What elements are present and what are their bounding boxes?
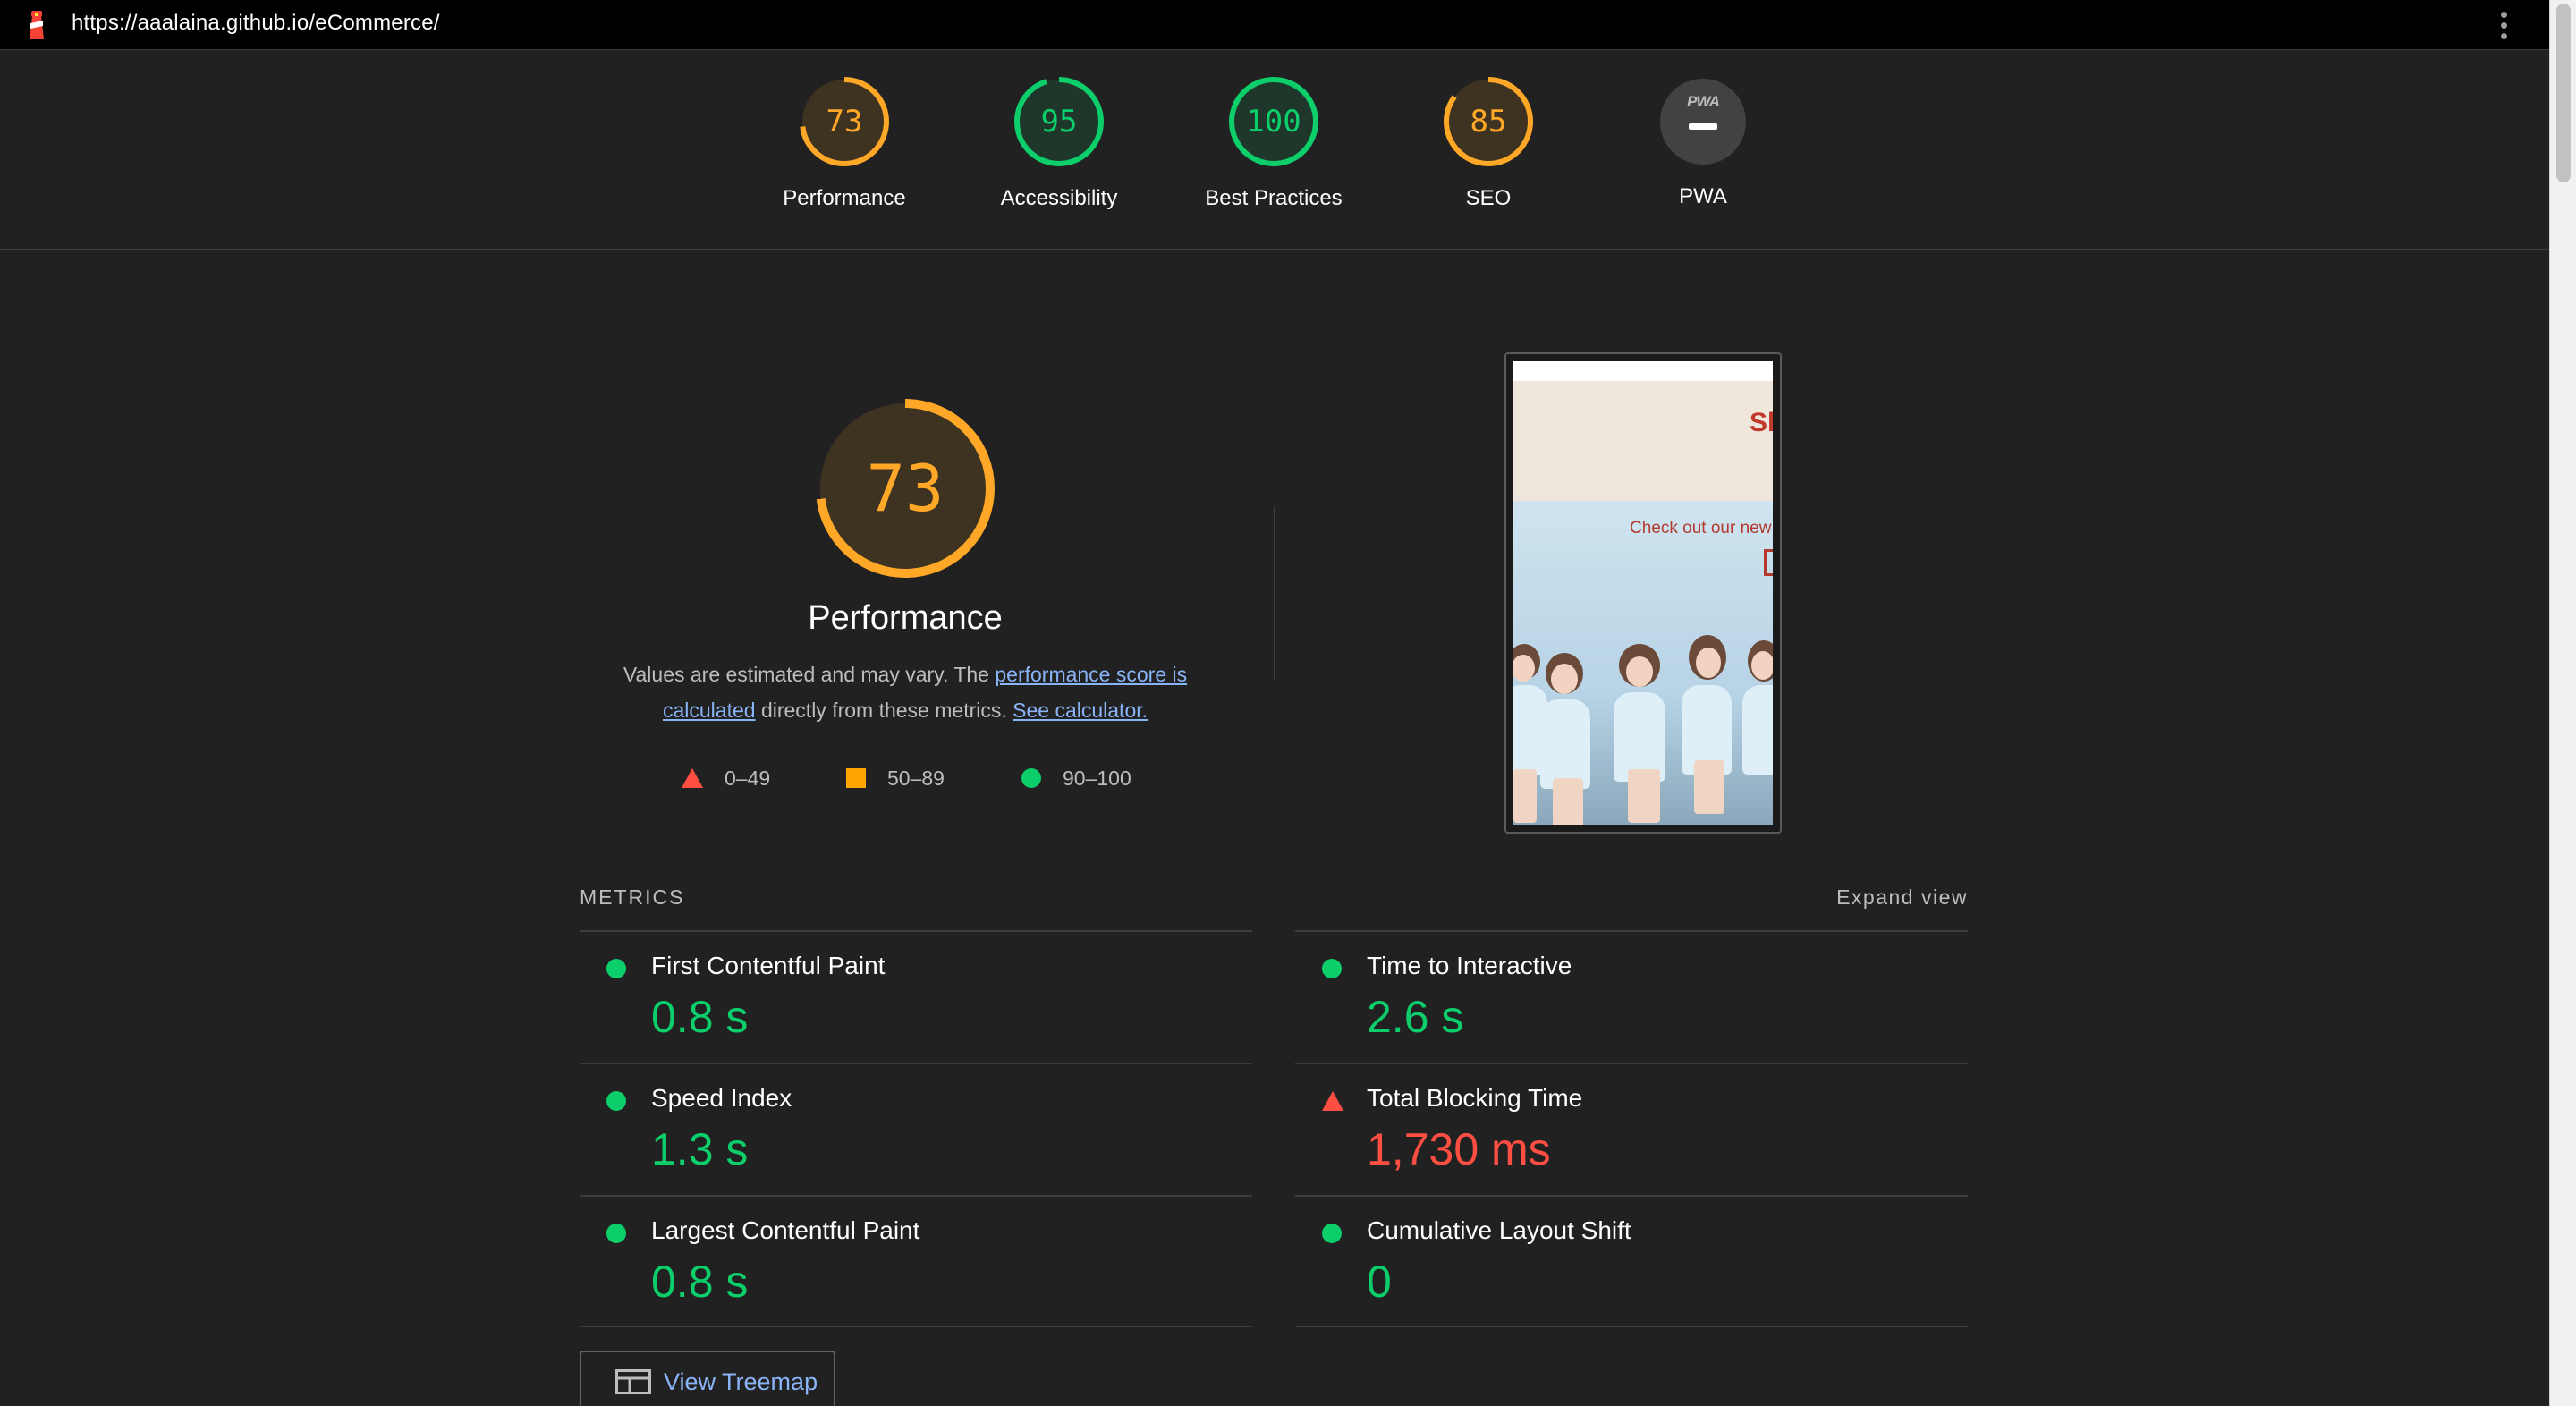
fail-triangle-icon bbox=[1322, 1091, 1343, 1111]
gauge-accessibility[interactable]: 95 Accessibility bbox=[952, 77, 1166, 211]
pass-circle-icon bbox=[1322, 959, 1342, 978]
gauge-label: Best Practices bbox=[1205, 186, 1343, 210]
desc-text: directly from these metrics. bbox=[755, 699, 1013, 722]
pass-circle-icon bbox=[606, 959, 626, 978]
metric-value: 0 bbox=[1367, 1257, 1392, 1307]
gauge-label: PWA bbox=[1679, 184, 1727, 208]
square-icon bbox=[846, 768, 866, 788]
legend-pass: 90–100 bbox=[1021, 762, 1131, 794]
view-treemap-button[interactable]: View Treemap bbox=[580, 1351, 835, 1406]
pass-circle-icon bbox=[606, 1091, 626, 1111]
url-bar: https://aaalaina.github.io/eCommerce/ bbox=[0, 0, 2576, 50]
gauge-score: 73 bbox=[826, 104, 863, 140]
final-screenshot[interactable]: Sh Check out our new bbox=[1504, 352, 1782, 834]
metrics-header: METRICS Expand view bbox=[580, 885, 1968, 921]
metric-name: Speed Index bbox=[651, 1084, 792, 1112]
divider bbox=[1274, 506, 1275, 680]
performance-title: Performance bbox=[808, 599, 1003, 637]
metric-total-blocking-time: Total Blocking Time 1,730 ms bbox=[1295, 1063, 1968, 1195]
gauge-pwa[interactable]: PWA PWA bbox=[1596, 77, 1810, 209]
gauge-seo[interactable]: 85 SEO bbox=[1381, 77, 1596, 211]
metric-first-contentful-paint: First Contentful Paint 0.8 s bbox=[580, 930, 1252, 1063]
screenshot-hero-image: Check out our new bbox=[1513, 501, 1773, 825]
gauge-label: Performance bbox=[783, 186, 906, 210]
metric-speed-index: Speed Index 1.3 s bbox=[580, 1063, 1252, 1195]
legend-fail: 0–49 bbox=[682, 762, 770, 794]
metric-value: 1,730 ms bbox=[1367, 1124, 1551, 1174]
metric-name: Time to Interactive bbox=[1367, 952, 1572, 979]
gauge-score: 100 bbox=[1246, 104, 1301, 140]
metric-largest-contentful-paint: Largest Contentful Paint 0.8 s bbox=[580, 1195, 1252, 1327]
see-calculator-link[interactable]: See calculator. bbox=[1013, 699, 1148, 722]
gauge-score: 85 bbox=[1470, 104, 1507, 140]
pass-circle-icon bbox=[606, 1224, 626, 1243]
pwa-badge-text: PWA bbox=[1687, 93, 1720, 110]
gauge-score: 95 bbox=[1040, 104, 1078, 140]
metric-name: Total Blocking Time bbox=[1367, 1084, 1583, 1112]
legend-range: 90–100 bbox=[1063, 766, 1131, 790]
view-treemap-label: View Treemap bbox=[664, 1368, 818, 1395]
treemap-icon bbox=[615, 1369, 651, 1394]
kebab-menu-icon[interactable] bbox=[2492, 7, 2515, 43]
screenshot-brand-text: Sh bbox=[1750, 408, 1773, 437]
metric-name: Cumulative Layout Shift bbox=[1367, 1216, 1631, 1244]
metric-time-to-interactive: Time to Interactive 2.6 s bbox=[1295, 930, 1968, 1063]
triangle-icon bbox=[682, 768, 703, 788]
metric-name: First Contentful Paint bbox=[651, 952, 886, 979]
performance-score: 73 bbox=[866, 451, 945, 526]
metric-value: 0.8 s bbox=[651, 1257, 749, 1307]
gauge-label: SEO bbox=[1465, 186, 1512, 210]
vertical-scrollbar[interactable] bbox=[2549, 0, 2576, 1406]
circle-icon bbox=[1021, 768, 1041, 788]
metric-value: 2.6 s bbox=[1367, 992, 1464, 1042]
gauge-best-practices[interactable]: 100 Best Practices bbox=[1166, 77, 1381, 211]
pwa-badge-icon: PWA bbox=[1660, 79, 1746, 165]
metric-name: Largest Contentful Paint bbox=[651, 1216, 920, 1244]
legend-range: 50–89 bbox=[887, 766, 945, 790]
legend-range: 0–49 bbox=[724, 766, 771, 790]
gauge-label: Accessibility bbox=[1000, 186, 1118, 210]
pass-circle-icon bbox=[1322, 1224, 1342, 1243]
metric-value: 0.8 s bbox=[651, 992, 749, 1042]
performance-gauge: 73 bbox=[816, 399, 995, 578]
lighthouse-icon bbox=[25, 9, 48, 41]
screenshot-banner-text: Check out our new bbox=[1630, 519, 1772, 538]
performance-description: Values are estimated and may vary. The p… bbox=[601, 656, 1209, 728]
scrollbar-thumb[interactable] bbox=[2556, 4, 2571, 182]
expand-view-toggle[interactable]: Expand view bbox=[1836, 885, 1968, 910]
desc-text: Values are estimated and may vary. The bbox=[623, 663, 996, 686]
page-url[interactable]: https://aaalaina.github.io/eCommerce/ bbox=[72, 11, 440, 36]
metric-value: 1.3 s bbox=[651, 1124, 749, 1174]
metrics-title: METRICS bbox=[580, 885, 685, 909]
metric-cumulative-layout-shift: Cumulative Layout Shift 0 bbox=[1295, 1195, 1968, 1327]
legend-average: 50–89 bbox=[846, 762, 945, 794]
score-summary: 73 Performance 95 Accessibility 100 Best… bbox=[0, 50, 2549, 250]
gauge-performance[interactable]: 73 Performance bbox=[737, 77, 952, 211]
